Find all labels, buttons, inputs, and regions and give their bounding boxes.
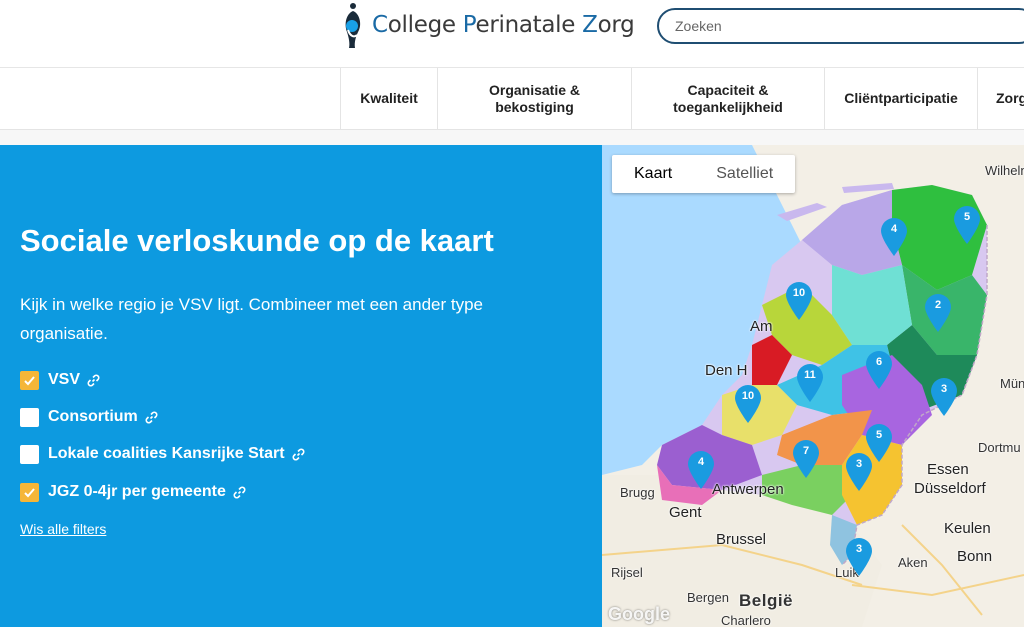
map-marker[interactable]: 4 [879, 217, 909, 257]
map-city-label: Bergen [687, 590, 729, 605]
filter-lokale-coalities[interactable]: Lokale coalities Kansrijke Start [20, 443, 305, 465]
map-city-label: Aken [898, 555, 928, 570]
logo-mother-child-icon [345, 3, 361, 48]
filter-label: Consortium [48, 408, 138, 425]
nav-item-kwaliteit[interactable]: Kwaliteit [340, 68, 437, 129]
filter-label: JGZ 0-4jr per gemeente [48, 483, 226, 500]
page-title: Sociale verloskunde op de kaart [20, 223, 494, 258]
map-city-label: Brugg [620, 485, 655, 500]
map-marker[interactable]: 5 [952, 205, 982, 245]
nav-item-clientparticipatie[interactable]: Cliëntparticipatie [824, 68, 977, 129]
map-city-label: Rijsel [611, 565, 643, 580]
divider-band [0, 130, 1024, 145]
map-city-label: Den H [705, 362, 748, 379]
map-city-label: Charlero [721, 613, 771, 627]
filter-label: Lokale coalities Kansrijke Start [48, 445, 285, 462]
map-city-label: Dortmu [978, 440, 1021, 455]
filter-jgz[interactable]: JGZ 0-4jr per gemeente [20, 481, 246, 503]
google-attribution: Google [608, 604, 670, 624]
map-view[interactable]: Wilheln Am Den H Mün Dortmu Essen Düssel… [602, 145, 1024, 627]
nav-item-zorg[interactable]: Zorg [977, 68, 1024, 129]
map-city-label: Mün [1000, 376, 1024, 391]
map-marker[interactable]: 3 [844, 452, 874, 492]
map-marker[interactable]: 10 [733, 384, 763, 424]
site-header: College Perinatale Zorg [0, 0, 1024, 68]
map-marker[interactable]: 2 [923, 293, 953, 333]
filter-panel: Sociale verloskunde op de kaart Kijk in … [0, 145, 602, 627]
map-country-label: België [739, 591, 794, 610]
search-input[interactable] [659, 10, 1024, 42]
satellite-view-button[interactable]: Satelliet [694, 155, 795, 193]
link-icon[interactable] [292, 448, 305, 461]
main-nav: Kwaliteit Organisatie & bekostiging Capa… [0, 68, 1024, 130]
filter-consortium[interactable]: Consortium [20, 406, 158, 428]
link-icon[interactable] [87, 374, 100, 387]
map-marker[interactable]: 3 [844, 537, 874, 577]
checkbox[interactable] [20, 482, 39, 502]
checkbox[interactable] [20, 407, 39, 427]
nav-item-capaciteit-toegankelijkheid[interactable]: Capaciteit & toegankelijkheid [631, 68, 824, 129]
map-city-label: Am [750, 318, 773, 335]
filter-label: VSV [48, 371, 81, 388]
map-view-button[interactable]: Kaart [612, 155, 694, 193]
check-icon [24, 375, 35, 385]
map-city-label: Bonn [957, 548, 993, 565]
map-marker[interactable]: 10 [784, 281, 814, 321]
map-city-label: Antwerpen [712, 481, 784, 498]
map-city-label: Essen [927, 461, 969, 478]
map-marker[interactable]: 11 [795, 363, 825, 403]
map-marker[interactable]: 3 [929, 377, 959, 417]
checkbox[interactable] [20, 444, 39, 464]
nav-item-organisatie-bekostiging[interactable]: Organisatie & bekostiging [437, 68, 631, 129]
link-icon[interactable] [233, 486, 246, 499]
link-icon[interactable] [145, 411, 158, 424]
map-city-label: Brussel [716, 531, 767, 548]
map-type-toggle: Kaart Satelliet [612, 155, 796, 193]
map-marker[interactable]: 6 [864, 350, 894, 390]
checkbox[interactable] [20, 370, 39, 390]
check-icon [24, 487, 35, 497]
map-marker[interactable]: 7 [791, 439, 821, 479]
map-marker[interactable]: 4 [686, 450, 716, 490]
logo-text: College Perinatale Zorg [372, 12, 635, 38]
map-city-label: Gent [669, 504, 702, 521]
map-city-label: Wilheln [985, 163, 1024, 178]
panel-intro: Kijk in welke regio je VSV ligt. Combine… [20, 295, 484, 343]
map-city-label: Düsseldorf [914, 480, 986, 497]
map-city-label: Keulen [944, 520, 991, 537]
clear-filters-link[interactable]: Wis alle filters [20, 521, 106, 537]
filter-vsv[interactable]: VSV [20, 369, 100, 391]
search-box [657, 8, 1024, 44]
site-logo[interactable]: College Perinatale Zorg [340, 0, 635, 50]
